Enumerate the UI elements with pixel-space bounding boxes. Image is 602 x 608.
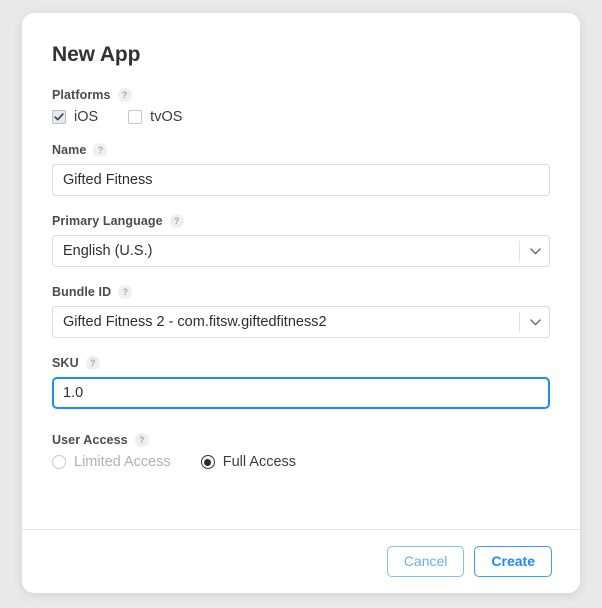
primary-language-field-group: Primary Language ? English (U.S.)	[52, 214, 550, 268]
platforms-options: iOS tvOS	[52, 109, 550, 125]
new-app-dialog: New App Platforms ? iOS tvOS Name ? Gift…	[22, 13, 580, 593]
dialog-title: New App	[52, 43, 141, 66]
select-divider-primary-language	[519, 241, 520, 262]
dialog-body: New App Platforms ? iOS tvOS Name ? Gift…	[22, 13, 580, 470]
sku-label-row: SKU ?	[52, 356, 550, 371]
checkbox-option-ios[interactable]: iOS	[52, 109, 98, 125]
checkbox-tvos[interactable]	[128, 110, 143, 125]
bundle-id-select[interactable]: Gifted Fitness 2 - com.fitsw.giftedfitne…	[52, 306, 550, 339]
name-field-group: Name ?	[52, 143, 550, 197]
page-backdrop: New App Platforms ? iOS tvOS Name ? Gift…	[0, 0, 602, 608]
radio-limited-access[interactable]	[52, 455, 66, 470]
checkbox-label-tvos: tvOS	[150, 109, 183, 126]
user-access-label-row: User Access ?	[52, 433, 550, 448]
user-access-label: User Access	[52, 433, 128, 448]
bundle-id-field-group: Bundle ID ? Gifted Fitness 2 - com.fitsw…	[52, 285, 550, 339]
sku-label: SKU	[52, 356, 79, 371]
create-button[interactable]: Create	[474, 546, 552, 577]
primary-language-select-wrap: English (U.S.)	[52, 235, 550, 268]
platforms-field-group: Platforms ? iOS tvOS	[52, 88, 550, 125]
help-icon-primary-language[interactable]: ?	[169, 214, 184, 229]
name-label-row: Name ?	[52, 143, 550, 158]
user-access-options: Limited Access Full Access	[52, 454, 550, 470]
platforms-label-row: Platforms ?	[52, 88, 550, 103]
help-icon-platforms[interactable]: ?	[117, 88, 132, 103]
bundle-id-select-wrap: Gifted Fitness 2 - com.fitsw.giftedfitne…	[52, 306, 550, 339]
sku-input[interactable]	[52, 377, 550, 410]
radio-dot-full-access	[204, 458, 212, 466]
radio-label-full-access: Full Access	[222, 454, 297, 471]
select-divider-bundle-id	[519, 312, 520, 333]
help-icon-sku[interactable]: ?	[85, 356, 100, 371]
radio-full-access[interactable]	[200, 455, 215, 470]
sku-field-group: SKU ?	[52, 356, 550, 410]
name-label: Name	[52, 143, 87, 158]
radio-label-limited-access: Limited Access	[74, 454, 171, 471]
help-icon-user-access[interactable]: ?	[134, 433, 149, 448]
name-input[interactable]	[52, 164, 550, 197]
checkbox-ios[interactable]	[52, 110, 66, 125]
primary-language-label-row: Primary Language ?	[52, 214, 550, 229]
radio-option-limited-access[interactable]: Limited Access	[52, 454, 171, 470]
checkbox-label-ios: iOS	[74, 109, 99, 126]
help-icon-name[interactable]: ?	[93, 143, 108, 158]
radio-option-full-access[interactable]: Full Access	[200, 454, 297, 471]
checkbox-option-tvos[interactable]: tvOS	[128, 109, 182, 125]
cancel-button[interactable]: Cancel	[386, 546, 465, 577]
bundle-id-label: Bundle ID	[52, 285, 112, 300]
help-icon-bundle-id[interactable]: ?	[118, 285, 133, 300]
primary-language-label: Primary Language	[52, 214, 163, 229]
dialog-footer: Cancel Create	[22, 529, 580, 593]
primary-language-select[interactable]: English (U.S.)	[52, 235, 550, 268]
bundle-id-label-row: Bundle ID ?	[52, 285, 550, 300]
user-access-field-group: User Access ? Limited Access Full Access	[52, 433, 550, 470]
platforms-label: Platforms	[52, 88, 111, 103]
